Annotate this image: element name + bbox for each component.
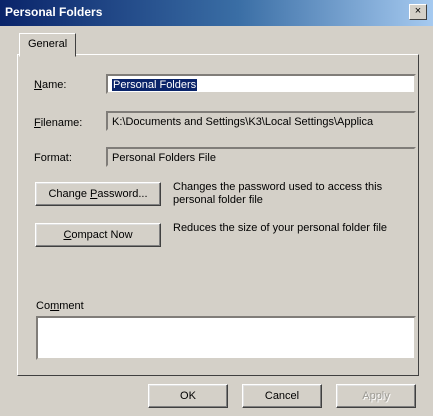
apply-label: Apply <box>362 390 390 402</box>
comment-textarea[interactable] <box>36 316 416 360</box>
name-input-value: Personal Folders <box>112 79 198 91</box>
personal-folders-dialog: Personal Folders × General Name: Persona… <box>0 0 433 416</box>
compact-now-description: Reduces the size of your personal folder… <box>173 222 388 234</box>
tab-general[interactable]: General <box>19 33 77 57</box>
change-password-label-pre: Change <box>48 188 91 200</box>
filename-label-accel: F <box>34 117 41 129</box>
cancel-button[interactable]: Cancel <box>242 384 322 408</box>
comment-label-pre: Co <box>36 300 51 312</box>
name-label-accel: N <box>34 79 42 91</box>
format-label: Format: <box>34 152 72 164</box>
window-title: Personal Folders <box>5 5 103 19</box>
change-password-button[interactable]: Change Password... <box>35 182 161 206</box>
filename-label: Filename: <box>34 117 82 129</box>
comment-label: Comment <box>36 300 84 312</box>
close-icon: × <box>414 5 422 17</box>
filename-value: K:\Documents and Settings\K3\Local Setti… <box>112 116 374 128</box>
comment-label-post: ment <box>59 300 84 312</box>
change-password-label-post: assword... <box>97 188 148 200</box>
filename-label-rest: ilename: <box>40 117 83 129</box>
name-input[interactable]: Personal Folders <box>106 74 416 94</box>
comment-label-accel: m <box>50 300 60 312</box>
change-password-description: Changes the password used to access this… <box>173 181 383 206</box>
close-button[interactable]: × <box>409 4 427 20</box>
tab-general-label: General <box>28 38 68 50</box>
name-label: Name: <box>34 79 66 91</box>
compact-now-label-post: ompact Now <box>71 229 133 241</box>
cancel-label: Cancel <box>264 390 300 402</box>
format-field: Personal Folders File <box>106 147 416 167</box>
ok-button[interactable]: OK <box>148 384 228 408</box>
filename-field[interactable]: K:\Documents and Settings\K3\Local Setti… <box>106 111 416 131</box>
name-label-rest: ame: <box>41 79 67 91</box>
format-value: Personal Folders File <box>112 152 216 164</box>
ok-label: OK <box>180 390 196 402</box>
compact-now-button[interactable]: Compact Now <box>35 223 161 247</box>
title-bar[interactable]: Personal Folders × <box>0 0 433 26</box>
apply-button[interactable]: Apply <box>336 384 416 408</box>
